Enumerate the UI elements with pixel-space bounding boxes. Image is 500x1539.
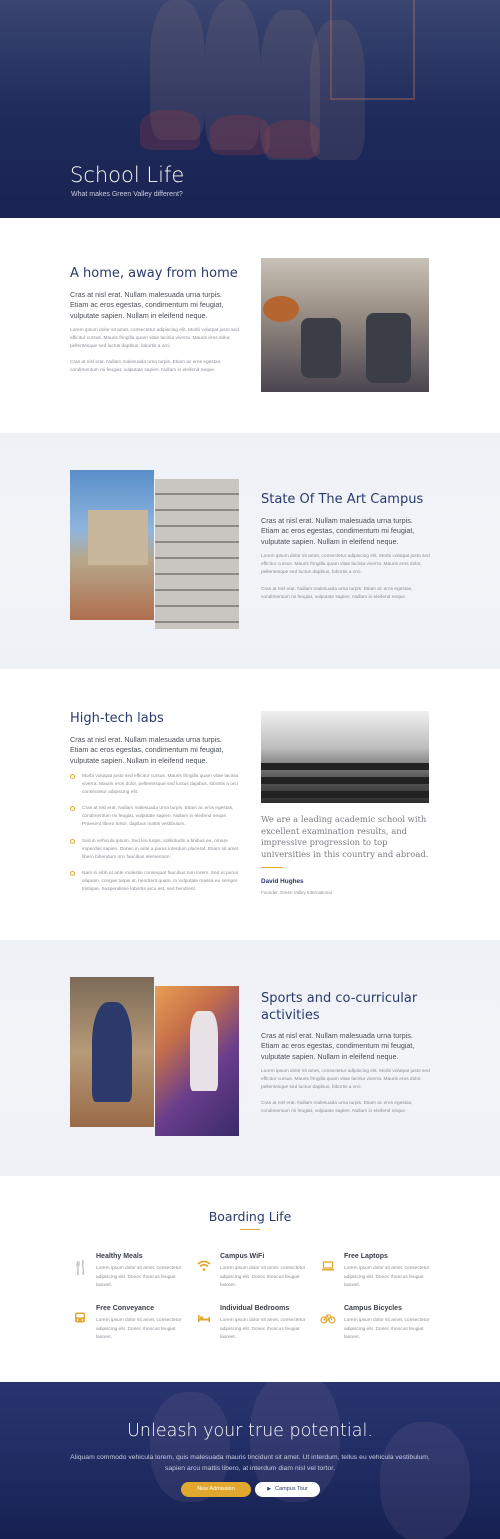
bullet-icon: [70, 838, 75, 844]
feature-title: Individual Bedrooms: [220, 1305, 290, 1312]
cta-text: Aliquam commodo vehicula lorem, quis mal…: [70, 1454, 430, 1472]
feature-title: Healthy Meals: [96, 1253, 143, 1260]
basketball-image: [70, 977, 154, 1127]
section-heading: Sports and co-curricular: [261, 991, 418, 1006]
quote-author-role: Founder, Green Valley International: [261, 890, 332, 895]
button-label: Campus Tour: [275, 1486, 308, 1492]
section-heading: A home, away from home: [70, 266, 238, 281]
section-heading: High-tech labs: [70, 711, 164, 726]
new-admission-button[interactable]: New Admission: [181, 1482, 251, 1497]
feature-description: Lorem ipsum dolor sit amet, consectetur …: [96, 1318, 182, 1341]
laptop-icon: [320, 1259, 336, 1275]
feature-title: Free Conveyance: [96, 1305, 154, 1312]
section-paragraph: Cras at nisl erat. Nullam malesuada urna…: [70, 360, 222, 373]
campus-facade-image: [155, 479, 239, 629]
section-lead: Cras at nisl erat. Nullam malesuada urna…: [70, 735, 224, 765]
feature-description: Lorem ipsum dolor sit amet, consectetur …: [220, 1266, 306, 1289]
section-lead: Cras at nisl erat. Nullam malesuada urna…: [70, 290, 224, 320]
hero-banner: School Life What makes Green Valley diff…: [0, 0, 500, 218]
section-heading: State Of The Art Campus: [261, 492, 424, 507]
quote-author-name: David Hughes: [261, 878, 304, 885]
bus-icon: [72, 1311, 88, 1327]
hero-photo-figure: [140, 110, 200, 150]
founder-quote: We are a leading academic school with ex…: [261, 814, 429, 859]
computer-lab-image: [261, 711, 429, 803]
utensils-icon: 🍴: [72, 1259, 90, 1275]
page-title: School Life: [70, 163, 185, 187]
button-label: New Admission: [197, 1486, 235, 1492]
cta-title: Unleash your true potential.: [127, 1421, 373, 1441]
feature-title: Campus Bicycles: [344, 1305, 402, 1312]
section-paragraph: Cras at nisl erat. Nullam malesuada urna…: [261, 587, 413, 600]
boarding-divider: [240, 1229, 260, 1231]
bullet-icon: [70, 870, 75, 876]
feature-description: Lorem ipsum dolor sit amet, consectetur …: [344, 1318, 430, 1341]
section-heading-continued: activities: [261, 1008, 320, 1023]
list-item: Cras at nisl erat. Nullam malesuada urna…: [82, 806, 234, 827]
play-icon: ▶: [267, 1486, 272, 1492]
feature-description: Lorem ipsum dolor sit amet, consectetur …: [344, 1266, 430, 1289]
page-subtitle: What makes Green Valley different?: [71, 191, 183, 198]
campus-tour-button[interactable]: ▶ Campus Tour: [255, 1482, 320, 1497]
feature-description: Lorem ipsum dolor sit amet, consectetur …: [96, 1266, 182, 1289]
hero-court-lines: [330, 0, 415, 100]
section-paragraph: Lorem ipsum dolor sit amet, consectetur …: [261, 1069, 430, 1090]
bullet-icon: [70, 773, 75, 779]
section-lead: Cras at nisl erat. Nullam malesuada urna…: [261, 1031, 415, 1061]
climbing-image: [155, 986, 239, 1136]
list-item: Sed in vehicula ipsum. Sed leo turpis, s…: [82, 839, 239, 860]
feature-description: Lorem ipsum dolor sit amet, consectetur …: [220, 1318, 306, 1341]
list-item: Nam in nibh at ante molestie consequat f…: [82, 871, 238, 892]
feature-title: Campus WiFi: [220, 1253, 265, 1260]
feature-healthy-meals: 🍴 Healthy Meals Lorem ipsum dolor sit am…: [72, 1253, 192, 1293]
section-lead: Cras at nisl erat. Nullam malesuada urna…: [261, 516, 415, 546]
feature-title: Free Laptops: [344, 1253, 388, 1260]
section-paragraph: Cras at nisl erat. Nullam malesuada urna…: [261, 1101, 413, 1114]
boarding-title: Boarding Life: [208, 1209, 292, 1224]
campus-building-image: [70, 470, 154, 620]
feature-free-conveyance: Free Conveyance Lorem ipsum dolor sit am…: [72, 1305, 192, 1345]
feature-campus-wifi: Campus WiFi Lorem ipsum dolor sit amet, …: [196, 1253, 316, 1293]
bullet-icon: [70, 805, 75, 811]
list-item: Morbi volutpat justo sed efficitur cursu…: [82, 774, 239, 795]
feature-campus-bicycles: Campus Bicycles Lorem ipsum dolor sit am…: [320, 1305, 440, 1345]
feature-individual-bedrooms: Individual Bedrooms Lorem ipsum dolor si…: [196, 1305, 316, 1345]
section-paragraph: Lorem ipsum dolor sit amet, consectetur …: [261, 554, 430, 575]
section-paragraph: Lorem ipsum dolor sit amet, consectetur …: [70, 328, 239, 349]
students-street-image: [261, 258, 429, 392]
bicycle-icon: [320, 1311, 336, 1327]
feature-free-laptops: Free Laptops Lorem ipsum dolor sit amet,…: [320, 1253, 440, 1293]
wifi-icon: [196, 1259, 212, 1275]
quote-divider: [261, 867, 283, 868]
bed-icon: [196, 1311, 212, 1327]
